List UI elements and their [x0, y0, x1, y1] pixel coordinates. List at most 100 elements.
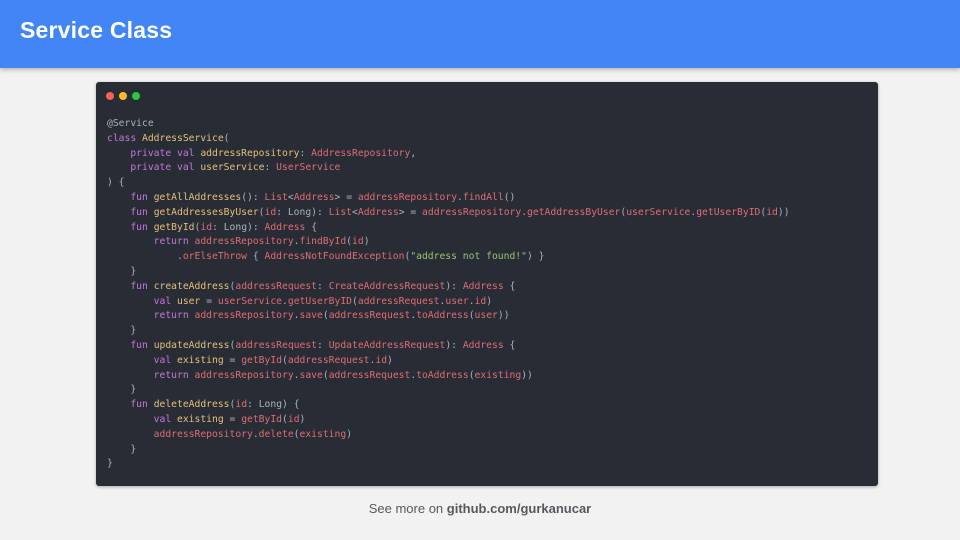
slide-title: Service Class [20, 17, 173, 43]
code-token: id [264, 206, 277, 218]
code-token: = [200, 295, 218, 307]
code-token: delete [258, 428, 294, 440]
code-token: addressRepository [194, 236, 294, 248]
window-controls [106, 92, 140, 100]
code-token: Address [357, 206, 399, 218]
minimize-dot [119, 92, 127, 100]
code-token: addressRequest [357, 295, 440, 307]
code-token: } [107, 384, 137, 396]
code-token: ): [445, 339, 463, 351]
code-token: Address [293, 191, 335, 203]
code-token: List [264, 191, 288, 203]
code-line: class AddressService( [107, 132, 790, 147]
code-line: val existing = getById(id) [107, 413, 790, 428]
code-token: AddressNotFoundException [264, 251, 405, 263]
code-token: existing [474, 369, 522, 381]
code-token: addressRequest [235, 280, 318, 292]
code-token: class [107, 132, 142, 144]
code-token: addressRepository [357, 191, 458, 203]
code-token: { [503, 280, 516, 292]
code-token: return [153, 236, 195, 248]
code-token: val [153, 413, 178, 425]
code-line: fun deleteAddress(id: Long) { [107, 398, 790, 413]
code-line: } [107, 324, 790, 339]
code-token: } [107, 265, 137, 277]
code-token: ) } [526, 251, 545, 263]
code-token: deleteAddress [153, 399, 230, 411]
code-token: createAddress [153, 280, 230, 292]
code-token: updateAddress [153, 339, 230, 351]
code-token: ( [223, 132, 230, 144]
code-token: id [766, 206, 778, 218]
maximize-dot [132, 92, 140, 100]
code-token: ) [387, 354, 393, 366]
code-token: . [107, 251, 183, 263]
code-token: > = [398, 206, 423, 218]
code-token: addressRepository [194, 310, 294, 322]
code-line: } [107, 443, 790, 458]
code-line: } [107, 265, 790, 280]
code-token: user [445, 295, 469, 307]
code-line: ) { [107, 176, 790, 191]
code-line: return addressRepository.findById(id) [107, 235, 790, 250]
github-link[interactable]: github.com/gurkanucar [447, 501, 591, 516]
code-token: getById [241, 354, 283, 366]
code-token: addressRepository [194, 369, 294, 381]
code-token: findById [299, 236, 347, 248]
code-token: { [246, 251, 265, 263]
code-token: ) [486, 295, 493, 307]
code-token: fun [130, 191, 154, 203]
code-token: fun [130, 221, 154, 233]
code-token: id [474, 295, 487, 307]
code-token: getUserByID [287, 295, 353, 307]
code-token: addressRepository [153, 428, 253, 440]
code-token: ) { [107, 177, 125, 189]
code-token: return [153, 369, 195, 381]
code-line: fun getAllAddresses(): List<Address> = a… [107, 191, 790, 206]
code-token: id [235, 399, 248, 411]
code-token: user [177, 295, 201, 307]
code-token: )) [777, 206, 790, 218]
code-token: id [287, 413, 300, 425]
code-token: "address not found!" [410, 251, 527, 263]
code-token: Address [462, 339, 504, 351]
code-token: : Long): [276, 206, 329, 218]
code-token: toAddress [416, 310, 469, 322]
code-line: val user = userService.getUserByID(addre… [107, 295, 790, 310]
code-token: (): [241, 191, 265, 203]
code-token: existing [299, 428, 347, 440]
code-token: Address [462, 280, 504, 292]
code-token: id [200, 221, 213, 233]
code-token: AddressService [142, 132, 224, 144]
code-token: userService [217, 295, 283, 307]
close-dot [106, 92, 114, 100]
code-token: Address [264, 221, 306, 233]
code-line: return addressRepository.save(addressReq… [107, 369, 790, 384]
code-token: AddressRepository [311, 147, 411, 159]
code-token: { [305, 221, 318, 233]
code-token: = [223, 413, 242, 425]
code-token: save [299, 310, 323, 322]
code-token: : Long) { [247, 399, 300, 411]
code-token: = [223, 354, 242, 366]
code-token: id [352, 236, 364, 248]
code-line: .orElseThrow { AddressNotFoundException(… [107, 250, 790, 265]
code-token: existing [177, 413, 224, 425]
footer-prefix: See more on [368, 501, 447, 516]
code-line: val existing = getById(addressRequest.id… [107, 354, 790, 369]
code-token: existing [177, 354, 224, 366]
code-token: user [474, 310, 498, 322]
code-line: } [107, 457, 790, 472]
code-token: private val [130, 162, 201, 174]
code-token: ): [445, 280, 463, 292]
code-line: return addressRepository.save(addressReq… [107, 309, 790, 324]
code-token: getById [241, 413, 283, 425]
